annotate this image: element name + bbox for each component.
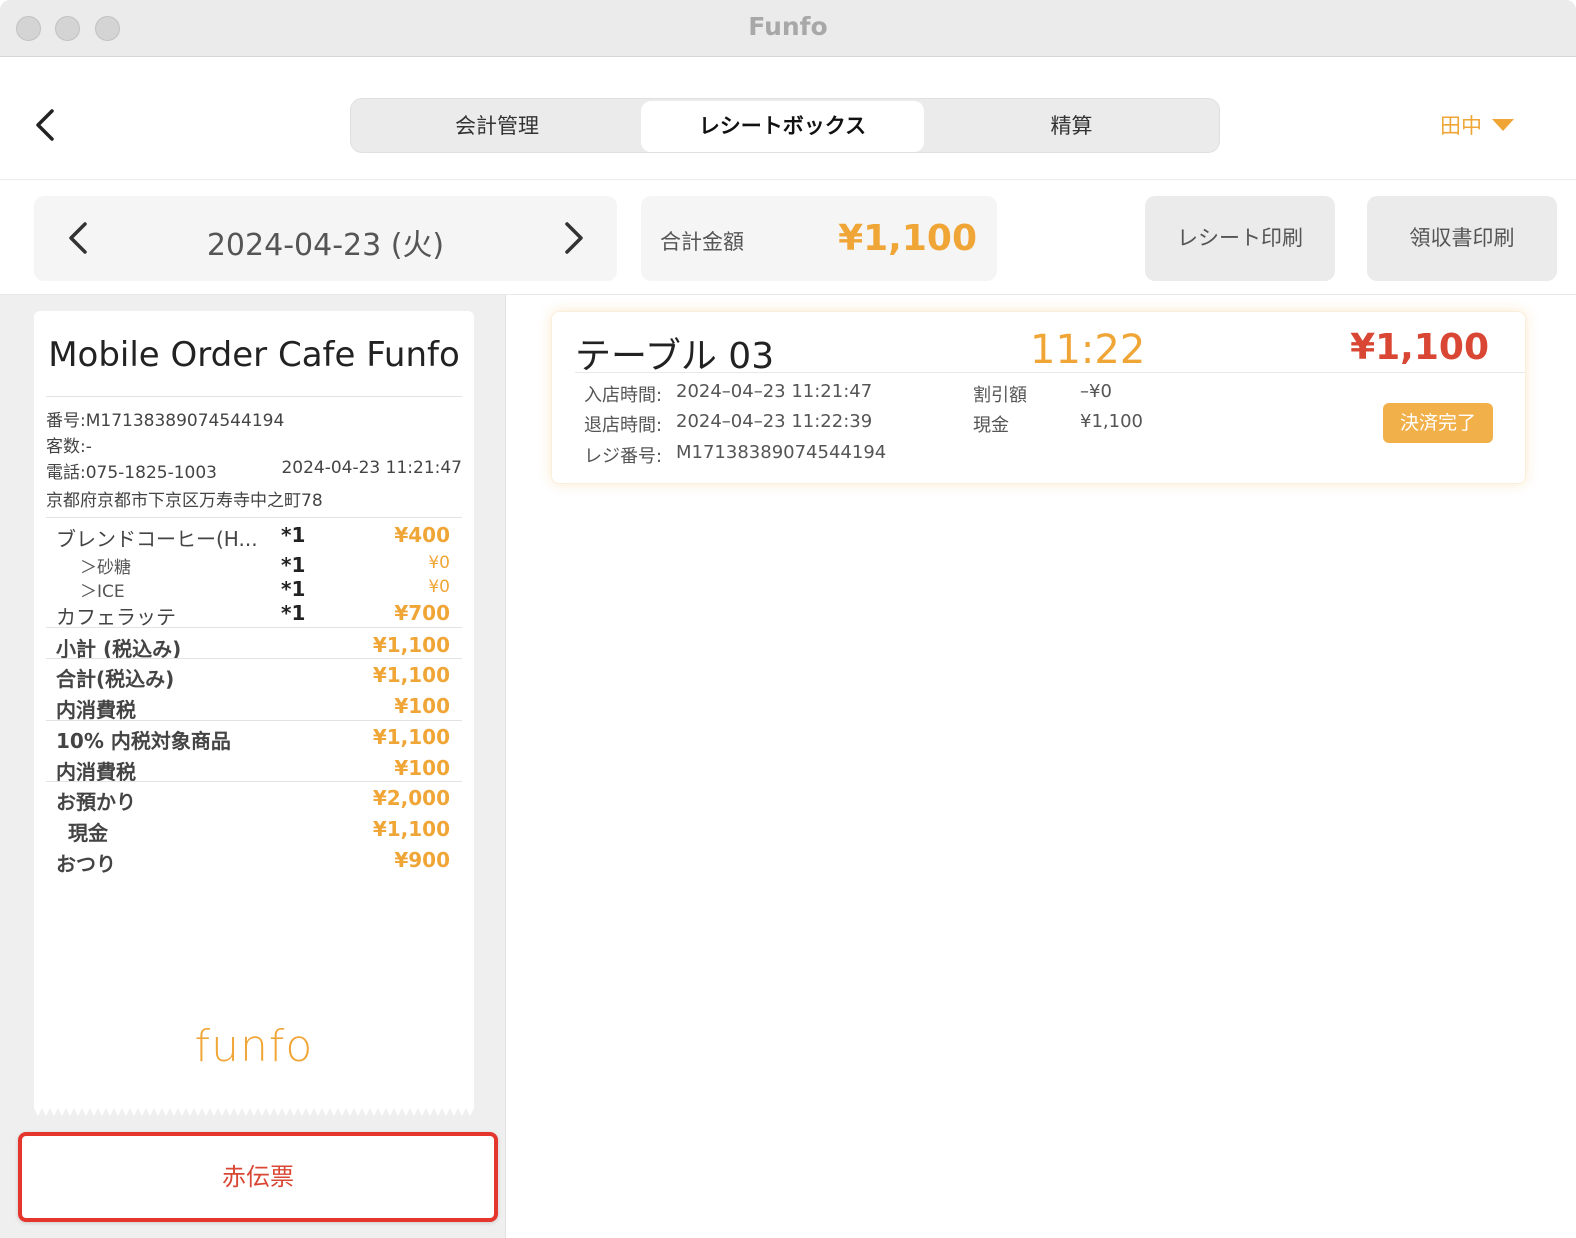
receipt-datetime: 2024-04-23 11:21:47 [281,458,462,478]
summary-value: ¥1,100 [372,663,450,687]
guest-count: 客数:- [46,437,92,457]
item-price: ¥0 [428,553,450,573]
current-date: 2024-04-23 (火) [206,228,445,263]
payment-status-badge: 決済完了 [1383,403,1493,443]
summary-label: お預かり [56,790,136,814]
invoice-print-button[interactable]: 領収書印刷 [1367,196,1557,281]
enter-time-label: 入店時間: [584,385,663,406]
exit-time-label: 退店時間: [584,415,663,436]
exit-time-value: 2024–04–23 11:22:39 [676,411,873,432]
summary-row: 10% 内税対象商品 ¥1,100 [56,725,450,755]
funfo-logo: funfo [194,1021,314,1072]
register-number-label: レジ番号: [584,446,663,467]
date-navigator: 2024-04-23 (火) [34,196,617,281]
receipt-panel: Mobile Order Cafe Funfo 番号:M171383890745… [0,295,506,1238]
cash-value: ¥1,100 [1080,411,1143,432]
discount-label: 割引額 [973,385,1027,406]
receipt-divider [46,627,462,628]
order-amount: ¥1,100 [1350,327,1489,368]
receipt-print-button[interactable]: レシート印刷 [1145,196,1335,281]
item-price: ¥400 [394,523,450,547]
summary-row: 合計(税込み) ¥1,100 [56,663,450,693]
shop-address: 京都府京都市下京区万寿寺中之町78 [46,491,323,511]
receipt-number: 番号:M17138389074544194 [46,411,285,431]
summary-label: 合計(税込み) [56,667,175,691]
receipt-divider [46,658,462,659]
summary-row: お預かり ¥2,000 [56,786,450,816]
chevron-left-icon [36,109,54,141]
summary-value: ¥100 [394,694,450,718]
tab-receipt-box[interactable]: レシートボックス [641,101,924,152]
receipt-preview: Mobile Order Cafe Funfo 番号:M171383890745… [34,311,474,1116]
order-card-divider [575,372,1525,373]
window-titlebar: Funfo [0,0,1576,57]
item-name: ＞ICE [80,582,125,602]
summary-label: 10% 内税対象商品 [56,729,231,753]
order-time: 11:22 [1030,327,1146,373]
item-price: ¥0 [428,577,450,597]
summary-value: ¥100 [394,756,450,780]
total-amount-box: 合計金額 ¥1,100 [641,196,997,281]
user-name: 田中 [1440,114,1482,138]
receipt-divider [46,720,462,721]
item-qty: *1 [281,577,306,601]
summary-label: おつり [56,852,116,876]
summary-row: おつり ¥900 [56,848,450,878]
discount-value: –¥0 [1080,381,1112,402]
user-menu[interactable]: 田中 [1440,110,1514,140]
receipt-item: ブレンドコーヒー(H... *1 ¥400 [56,523,450,553]
receipt-divider [46,396,462,397]
item-name: カフェラッテ [56,605,176,629]
shop-name: Mobile Order Cafe Funfo [48,335,460,375]
caret-down-icon [1492,119,1514,131]
item-name: ブレンドコーヒー(H... [56,527,258,551]
summary-row: 現金 ¥1,100 [56,817,450,847]
summary-label: 現金 [68,821,108,845]
receipt-zigzag-edge [34,1104,474,1116]
summary-value: ¥2,000 [372,786,450,810]
receipt-divider [46,517,462,518]
red-slip-button[interactable]: 赤伝票 [18,1132,498,1222]
enter-time-value: 2024–04–23 11:21:47 [676,381,873,402]
summary-value: ¥900 [394,848,450,872]
next-date-button[interactable] [552,218,592,258]
total-label: 合計金額 [660,230,744,254]
register-number-value: M17138389074544194 [676,442,887,463]
summary-value: ¥1,100 [372,817,450,841]
summary-value: ¥1,100 [372,725,450,749]
item-qty: *1 [281,553,306,577]
item-qty: *1 [281,601,306,625]
tab-settlement[interactable]: 精算 [924,101,1219,152]
total-value: ¥1,100 [838,218,977,259]
cash-label: 現金 [973,415,1009,436]
header-divider [0,179,1576,180]
summary-label: 内消費税 [56,698,136,722]
summary-value: ¥1,100 [372,633,450,657]
window-title: Funfo [748,12,828,41]
main-tab-bar: 会計管理 レシートボックス 精算 [350,98,1220,153]
item-qty: *1 [281,523,306,547]
tab-accounting[interactable]: 会計管理 [353,101,641,152]
item-name: ＞砂糖 [80,558,131,578]
receipt-divider [46,781,462,782]
shop-phone: 電話:075-1825-1003 [46,463,217,483]
item-price: ¥700 [394,601,450,625]
chevron-right-icon [565,222,583,254]
back-button[interactable] [28,105,68,145]
order-card[interactable]: テーブル 03 11:22 ¥1,100 入店時間: 2024–04–23 11… [551,311,1526,484]
